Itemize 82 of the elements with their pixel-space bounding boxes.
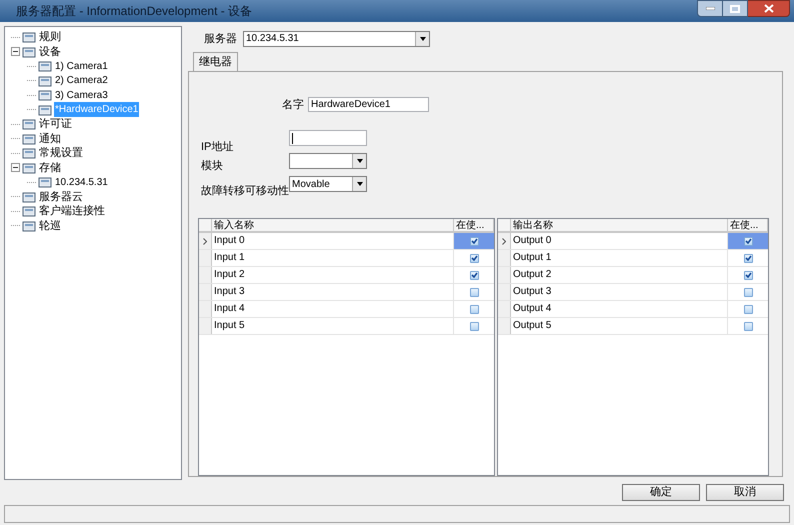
checkbox[interactable] [470, 236, 478, 246]
ip-field[interactable] [289, 130, 367, 146]
tree-item[interactable]: 规则 [38, 29, 62, 46]
table-cell: Input 1 [212, 250, 454, 266]
dialog-button[interactable]: 确定 [622, 484, 700, 500]
folder-node-icon [38, 176, 52, 188]
folder-node-icon [22, 220, 36, 232]
folder-node-icon [22, 147, 36, 160]
module-dropdown[interactable] [289, 153, 367, 169]
table-cell: Input 5 [212, 318, 454, 334]
window-title: 服务器配置 - InformationDevelopment - 设备 [16, 3, 252, 20]
failover-value: Movable [292, 178, 330, 192]
checkbox[interactable] [744, 304, 752, 314]
checkbox[interactable] [744, 322, 752, 330]
minimize-icon [706, 7, 714, 10]
tree-item[interactable]: 客户端连接性 [38, 203, 106, 220]
tab[interactable]: 继电器 [193, 52, 238, 72]
collapse-toggle[interactable] [11, 47, 20, 56]
module-label: 模块 [201, 159, 224, 173]
checkbox[interactable] [744, 270, 752, 280]
table-cell: Output 2 [511, 267, 728, 283]
checkbox[interactable] [470, 254, 478, 262]
folder-node-icon [22, 162, 36, 174]
folder-node-icon [22, 118, 36, 130]
table-cell: Output 4 [511, 301, 728, 317]
folder-node-icon [38, 104, 52, 116]
folder-node-icon [38, 89, 52, 102]
tree-item[interactable]: 许可证 [38, 116, 73, 132]
column-header: 在使... [454, 219, 494, 231]
table-cell: Input 2 [212, 267, 454, 283]
checkbox[interactable] [470, 304, 478, 314]
table-cell: Output 3 [511, 284, 728, 300]
column-header: 输出名称 [511, 219, 728, 231]
dialog-button[interactable]: 取消 [706, 484, 784, 500]
checkbox[interactable] [744, 288, 752, 296]
table-cell: Input 3 [212, 284, 454, 300]
table-cell: Input 4 [212, 301, 454, 317]
tree-item[interactable]: 2) Camera2 [54, 73, 109, 88]
checkbox[interactable] [744, 254, 752, 262]
failover-dropdown[interactable]: Movable [289, 176, 367, 192]
folder-node-icon [22, 132, 36, 145]
name-field[interactable]: HardwareDevice1 [308, 97, 429, 112]
current-row-icon [502, 238, 506, 244]
folder-node-icon [22, 205, 36, 218]
close-button[interactable] [748, 0, 790, 17]
column-header: 输入名称 [212, 219, 454, 231]
tree-item[interactable]: 3) Camera3 [54, 88, 109, 103]
server-value: 10.234.5.31 [246, 32, 299, 46]
tree-item[interactable]: 通知 [38, 130, 62, 147]
ip-label: IP地址 [201, 140, 234, 154]
tree-item[interactable]: 1) Camera1 [54, 58, 109, 74]
maximize-button[interactable] [723, 0, 748, 17]
minus-icon [13, 165, 18, 170]
tree-item[interactable]: 常规设置 [38, 145, 84, 162]
current-row-icon [203, 238, 207, 244]
folder-node-icon [38, 60, 52, 72]
column-header: 在使... [728, 219, 768, 231]
close-icon [764, 4, 774, 13]
folder-node-icon [38, 74, 52, 87]
folder-node-icon [22, 46, 36, 58]
checkbox[interactable] [470, 288, 478, 296]
folder-node-icon [22, 190, 36, 203]
name-label: 名字 [282, 98, 304, 112]
tree-item[interactable]: 10.234.5.31 [54, 174, 109, 190]
maximize-icon [730, 4, 740, 12]
tree-item[interactable]: 服务器云 [38, 188, 84, 205]
folder-node-icon [22, 31, 36, 44]
row-header[interactable] [199, 233, 212, 249]
server-label: 服务器 [204, 32, 237, 46]
tree-item[interactable]: 设备 [38, 44, 62, 60]
tree-item[interactable]: 轮巡 [38, 218, 62, 234]
minimize-button[interactable] [697, 0, 723, 17]
checkbox[interactable] [470, 270, 478, 280]
checkbox[interactable] [744, 236, 752, 246]
server-dropdown[interactable]: 10.234.5.31 [243, 30, 430, 47]
tree-item[interactable]: 存储 [38, 160, 62, 176]
collapse-toggle[interactable] [11, 163, 20, 172]
table-cell: Output 1 [511, 250, 728, 266]
row-header[interactable] [498, 233, 511, 249]
checkbox[interactable] [470, 322, 478, 330]
minus-icon [13, 49, 18, 54]
table-cell: Output 5 [511, 318, 728, 334]
